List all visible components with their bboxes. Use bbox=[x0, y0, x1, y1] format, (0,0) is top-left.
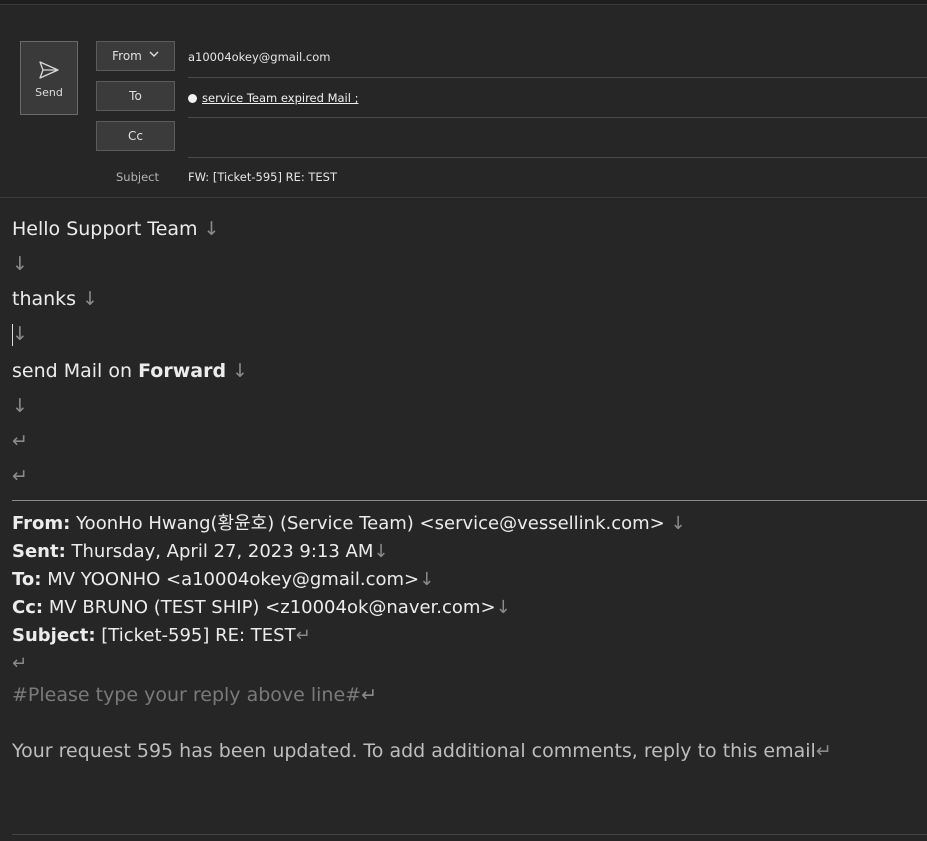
body-line-empty: ↵ bbox=[12, 459, 927, 494]
body-line-greeting: Hello Support Team ↓ bbox=[12, 212, 927, 247]
body-line-forward: send Mail on Forward ↓ bbox=[12, 354, 927, 389]
quoted-message-header: From: YoonHo Hwang(황윤호) (Service Team) <… bbox=[12, 510, 927, 678]
quoted-to-line: To: MV YOONHO <a10004okey@gmail.com>↓ bbox=[12, 566, 927, 594]
quoted-cc-value: MV BRUNO (TEST SHIP) <z10004ok@naver.com… bbox=[48, 597, 496, 618]
from-address: a10004okey@gmail.com bbox=[188, 50, 331, 64]
body-line-empty: ↓ bbox=[12, 247, 927, 282]
send-button-label: Send bbox=[35, 85, 63, 99]
bottom-divider bbox=[12, 834, 927, 835]
line-break-mark: ↓ bbox=[670, 513, 686, 534]
to-field[interactable]: service Team expired Mail ; bbox=[188, 85, 927, 111]
forward-bold-text: Forward bbox=[138, 360, 227, 382]
cc-field-underline bbox=[188, 157, 927, 158]
line-break-mark: ↓ bbox=[12, 323, 28, 345]
quoted-subject-label: Subject: bbox=[12, 625, 96, 646]
line-break-mark: ↓ bbox=[495, 597, 511, 618]
forward-prefix-text: send Mail on bbox=[12, 360, 139, 382]
quoted-to-label: To: bbox=[12, 569, 42, 590]
cc-field[interactable] bbox=[188, 125, 927, 151]
message-body[interactable]: Hello Support Team ↓ ↓ thanks ↓ ↓ send M… bbox=[12, 212, 927, 494]
chevron-down-icon bbox=[149, 51, 159, 61]
paragraph-mark: ↵ bbox=[361, 684, 378, 706]
cc-button-label: Cc bbox=[128, 129, 143, 143]
paragraph-mark: ↵ bbox=[12, 653, 28, 674]
paragraph-mark: ↵ bbox=[12, 465, 28, 487]
header-divider bbox=[0, 197, 927, 198]
quoted-sent-value: Thursday, April 27, 2023 9:13 AM bbox=[71, 541, 374, 562]
update-notice-text: Your request 595 has been updated. To ad… bbox=[12, 740, 816, 762]
quoted-to-value: MV YOONHO <a10004okey@gmail.com> bbox=[47, 569, 420, 590]
paragraph-mark: ↵ bbox=[815, 740, 832, 762]
quoted-subject-value: [Ticket-595] RE: TEST bbox=[101, 625, 296, 646]
to-button-label: To bbox=[129, 89, 142, 103]
paragraph-mark: ↵ bbox=[295, 625, 311, 646]
to-button[interactable]: To bbox=[96, 81, 175, 111]
greeting-text: Hello Support Team bbox=[12, 218, 198, 240]
quoted-sent-line: Sent: Thursday, April 27, 2023 9:13 AM↓ bbox=[12, 538, 927, 566]
quoted-cc-label: Cc: bbox=[12, 597, 44, 618]
line-break-mark: ↓ bbox=[82, 288, 99, 310]
thanks-text: thanks bbox=[12, 288, 77, 310]
from-field[interactable]: a10004okey@gmail.com bbox=[188, 44, 927, 70]
paragraph-mark: ↵ bbox=[12, 430, 28, 452]
line-break-mark: ↓ bbox=[232, 360, 249, 382]
subject-label: Subject bbox=[116, 170, 159, 184]
to-recipient-name: service Team expired Mail ; bbox=[202, 91, 359, 105]
subject-field[interactable]: FW: [Ticket-595] RE: TEST bbox=[188, 164, 927, 190]
to-field-underline bbox=[188, 117, 927, 118]
cc-button[interactable]: Cc bbox=[96, 121, 175, 151]
quoted-from-value: YoonHo Hwang(황윤호) (Service Team) <servic… bbox=[76, 513, 665, 534]
quoted-empty-line: ↵ bbox=[12, 650, 927, 678]
quoted-message-divider bbox=[12, 500, 927, 501]
update-notice-line: Your request 595 has been updated. To ad… bbox=[12, 740, 832, 762]
subject-value: FW: [Ticket-595] RE: TEST bbox=[188, 170, 337, 184]
compose-header: Send From To Cc a10004okey@gmail.com ser… bbox=[0, 5, 927, 197]
quoted-subject-line: Subject: [Ticket-595] RE: TEST↵ bbox=[12, 622, 927, 650]
line-break-mark: ↓ bbox=[419, 569, 435, 590]
line-break-mark: ↓ bbox=[373, 541, 389, 562]
reply-hint-text: #Please type your reply above line# bbox=[12, 684, 362, 706]
body-line-cursor: ↓ bbox=[12, 317, 927, 352]
body-line-thanks: thanks ↓ bbox=[12, 282, 927, 317]
line-break-mark: ↓ bbox=[12, 395, 28, 417]
quoted-cc-line: Cc: MV BRUNO (TEST SHIP) <z10004ok@naver… bbox=[12, 594, 927, 622]
reply-hint-line: #Please type your reply above line#↵ bbox=[12, 684, 377, 706]
quoted-from-line: From: YoonHo Hwang(황윤호) (Service Team) <… bbox=[12, 510, 927, 538]
presence-dot-icon bbox=[188, 93, 197, 103]
from-button-label: From bbox=[112, 49, 142, 63]
body-line-empty: ↵ bbox=[12, 424, 927, 459]
line-break-mark: ↓ bbox=[203, 218, 220, 240]
from-field-underline bbox=[188, 77, 927, 78]
quoted-sent-label: Sent: bbox=[12, 541, 66, 562]
send-icon bbox=[39, 60, 59, 79]
send-button[interactable]: Send bbox=[20, 41, 78, 115]
line-break-mark: ↓ bbox=[12, 253, 28, 275]
from-button[interactable]: From bbox=[96, 41, 175, 71]
body-line-empty: ↓ bbox=[12, 389, 927, 424]
quoted-from-label: From: bbox=[12, 513, 71, 534]
to-recipient-chip[interactable]: service Team expired Mail ; bbox=[188, 91, 358, 105]
